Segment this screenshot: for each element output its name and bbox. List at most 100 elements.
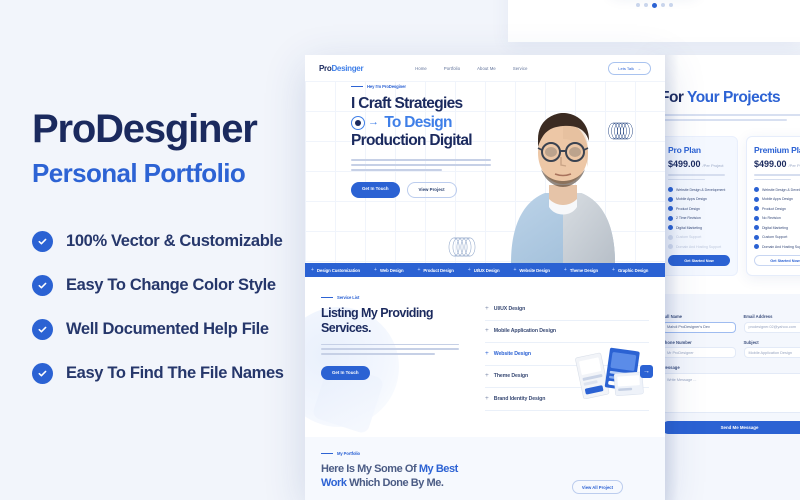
check-icon: [754, 187, 759, 192]
check-icon: [754, 215, 759, 221]
marquee-item: + UI/UX Design: [467, 266, 500, 273]
plus-icon: +: [485, 304, 489, 312]
subject-input[interactable]: Mobile Application Design: [743, 347, 800, 358]
nav-cta-button[interactable]: Lets Talk →: [608, 61, 651, 75]
portfolio-headline-highlight1: My Best: [418, 463, 458, 475]
plan-feature-row: Domain And Hosting Support: [754, 244, 800, 249]
plus-icon: +: [485, 372, 489, 379]
view-project-button[interactable]: View Project: [406, 181, 457, 198]
carousel-dots[interactable]: [508, 3, 800, 8]
plus-icon: +: [485, 327, 489, 334]
promo-feature-item: Easy To Change Color Style: [32, 274, 320, 296]
plus-icon: +: [467, 266, 471, 273]
plan-cta-button-premium[interactable]: Get Started Now: [754, 255, 800, 266]
nav-link-portfolio[interactable]: Portfolio: [444, 66, 460, 71]
portfolio-eyebrow: My Portfolio: [321, 451, 649, 456]
mockup-navbar: ProDesinger Home Portfolio About Me Serv…: [305, 55, 665, 81]
carousel-dot-active[interactable]: [651, 3, 657, 8]
marquee-item: + Graphic Design: [612, 266, 649, 273]
view-all-project-button[interactable]: View All Project: [571, 480, 623, 494]
plan-feature-row: No Revision: [754, 215, 800, 221]
hero-section: Hey I'm ProDesginer I Craft Strategies →…: [305, 81, 665, 263]
promo-feature-label: Easy To Change Color Style: [66, 275, 276, 294]
hero-eyebrow-text: Hey I'm ProDesginer: [367, 84, 406, 89]
check-icon: [754, 234, 759, 240]
promo-panel: ProDesginer Personal Portfolio 100% Vect…: [0, 0, 320, 500]
marquee-item: + Product Design: [417, 266, 454, 273]
check-circle-icon: [32, 274, 53, 296]
form-field-message: Message Write Message ...: [662, 365, 800, 413]
nav-link-about-me[interactable]: About Me: [477, 66, 496, 71]
portfolio-headline-highlight2: Work: [321, 477, 347, 490]
pricing-title-part2: Your Projects: [687, 89, 781, 106]
plus-icon: +: [612, 266, 615, 273]
hero-copy: Hey I'm ProDesginer I Craft Strategies →…: [351, 84, 503, 198]
message-label: Message: [662, 365, 800, 370]
promo-feature-list: 100% Vector & Customizable Easy To Chang…: [32, 230, 320, 384]
plan-feature-row: Product Design: [754, 206, 800, 211]
form-field-subject: Subject Mobile Application Design: [743, 339, 800, 358]
check-circle-icon: [32, 318, 53, 340]
carousel-dot[interactable]: [668, 3, 673, 7]
eyebrow-line-icon: [351, 85, 363, 88]
carousel-dot[interactable]: [660, 3, 665, 7]
panel-edge-shadow: [665, 55, 679, 500]
services-get-in-touch-button[interactable]: Get In Touch: [321, 365, 370, 380]
carousel-dot[interactable]: [635, 3, 640, 7]
message-textarea[interactable]: Write Message ...: [662, 372, 800, 413]
services-section: Service List Listing My Providing Servic…: [305, 277, 665, 437]
services-eyebrow: Service List: [321, 295, 471, 300]
pricing-title: For Your Projects: [660, 89, 800, 107]
promo-subtitle: Personal Portfolio: [32, 158, 246, 188]
portfolio-eyebrow-text: My Portfolio: [337, 451, 360, 456]
plan-feature-row: Digital Marketing: [754, 225, 800, 230]
accordion-item-mobile-application[interactable]: + Mobile Application Design: [485, 321, 649, 343]
carousel-dot[interactable]: [643, 3, 648, 7]
check-icon: [754, 196, 759, 202]
promo-feature-item: Easy To Find The File Names: [32, 362, 320, 384]
hero-paragraph: [351, 158, 503, 171]
logo-part-pro: Pro: [319, 63, 332, 73]
promo-feature-label: Easy To Find The File Names: [66, 363, 284, 382]
eyebrow-line-icon: [321, 452, 333, 455]
arrow-right-icon: →: [637, 65, 641, 71]
nav-link-service[interactable]: Service: [513, 66, 528, 71]
subject-label: Subject: [743, 339, 759, 345]
accordion-arrow-button[interactable]: →: [640, 365, 653, 378]
arrow-right-icon: →: [368, 116, 379, 129]
hero-buttons: Get In Touch View Project: [351, 181, 503, 198]
plan-feature-list: Website Design & Development Mobile Apps…: [754, 187, 800, 249]
promo-feature-label: 100% Vector & Customizable: [66, 231, 283, 250]
accordion-preview-thumbnail: [575, 347, 644, 399]
main-website-mockup: ProDesinger Home Portfolio About Me Serv…: [305, 55, 665, 500]
check-icon: [754, 244, 759, 249]
nav-link-home[interactable]: Home: [415, 66, 427, 71]
plan-name: Premium Plan: [754, 145, 800, 155]
get-in-touch-button[interactable]: Get In Touch: [351, 181, 400, 198]
email-input[interactable]: prodesigner.02@yahoo.com: [743, 321, 800, 333]
marquee-item: + Website Design: [513, 266, 550, 273]
promo-feature-item: Well Documented Help File: [32, 318, 320, 340]
hero-portrait-photo: [511, 113, 615, 263]
send-message-button[interactable]: Send Me Message: [662, 420, 800, 434]
portfolio-section: My Portfolio Here Is My Some Of My Best …: [305, 437, 665, 500]
plus-icon: +: [417, 266, 421, 273]
hero-headline-line2-row: → To Design: [351, 114, 503, 133]
check-icon: [754, 206, 759, 211]
decorative-coil-icon: [608, 122, 633, 140]
plan-feature-row: Website Design & Development: [754, 187, 800, 192]
portfolio-headline-part1: Here Is My Some Of: [321, 463, 419, 475]
marquee-item: + Theme Design: [563, 266, 599, 273]
plan-price: $499.00/Per Project: [754, 159, 800, 169]
services-headline-line1: Listing My Providing: [321, 306, 433, 320]
services-buttons: Get In Touch: [321, 365, 471, 380]
accordion-item-uiux[interactable]: + UI/UX Design: [485, 298, 649, 321]
plan-price-period: /Per Project: [702, 163, 724, 168]
promo-feature-item: 100% Vector & Customizable: [32, 230, 320, 252]
promo-feature-label: Well Documented Help File: [66, 319, 269, 338]
mockup-logo[interactable]: ProDesinger: [319, 63, 364, 73]
check-circle-icon: [32, 230, 53, 252]
hero-headline-line1: I Craft Strategies: [351, 95, 463, 112]
plan-note: [754, 174, 800, 180]
pricing-card-premium[interactable]: Premium Plan $499.00/Per Project Website…: [746, 136, 800, 276]
